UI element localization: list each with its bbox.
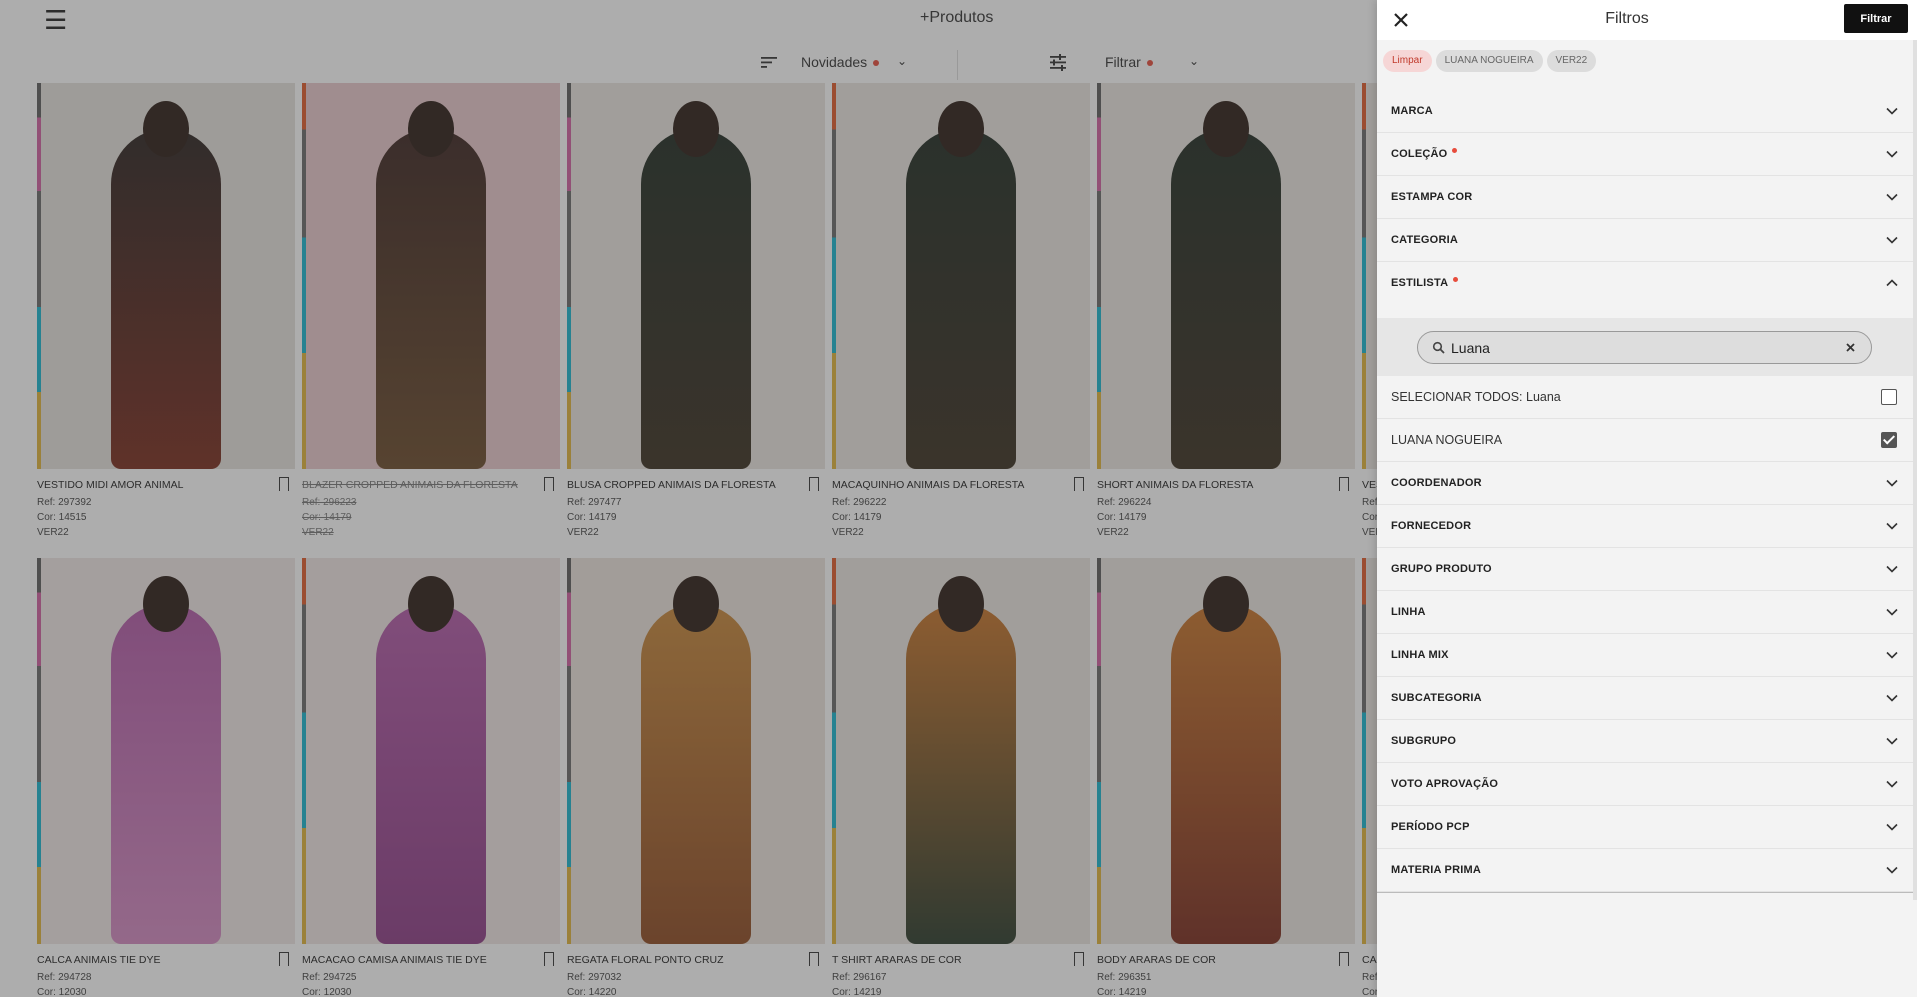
stylist-search-input[interactable] [1451,338,1831,358]
scrollbar[interactable] [1913,40,1917,900]
filter-section[interactable]: GRUPO PRODUTO [1377,548,1917,591]
drawer-header: Filtros Filtrar [1377,0,1917,40]
filter-section[interactable]: PERÍODO PCP [1377,806,1917,849]
chevron-down-icon[interactable] [1885,605,1899,619]
chevron-down-icon[interactable] [1885,777,1899,791]
drawer-title: Filtros [1605,10,1649,27]
chevron-down-icon[interactable] [1885,562,1899,576]
filter-section-label: FORNECEDOR [1391,520,1472,532]
chevron-down-icon[interactable] [1885,476,1899,490]
filter-section[interactable]: FORNECEDOR [1377,505,1917,548]
apply-filter-button[interactable]: Filtrar [1844,4,1908,33]
stylist-option-label: SELECIONAR TODOS: Luana [1391,390,1561,404]
filter-section[interactable]: MATERIA PRIMA [1377,849,1917,892]
filter-section[interactable]: MARCA [1377,90,1917,133]
chevron-down-icon[interactable] [1885,147,1899,161]
section-list-divider [1377,892,1917,893]
stylist-option[interactable]: SELECIONAR TODOS: Luana [1377,376,1917,419]
stylist-search-field[interactable] [1417,331,1872,364]
filter-chip[interactable]: LUANA NOGUEIRA [1435,50,1543,72]
chevron-up-icon[interactable] [1885,276,1899,290]
filter-chip[interactable]: VER22 [1546,50,1597,72]
filter-section[interactable]: LINHA [1377,591,1917,634]
search-icon [1432,341,1445,354]
filter-section-label: ESTAMPA COR [1391,191,1473,203]
modal-overlay[interactable] [0,0,1377,997]
chevron-down-icon[interactable] [1885,734,1899,748]
filter-section-label: PERÍODO PCP [1391,821,1470,833]
filter-section[interactable]: LINHA MIX [1377,634,1917,677]
filter-section-label: VOTO APROVAÇÃO [1391,778,1499,790]
filter-section[interactable]: CATEGORIA [1377,219,1917,262]
filter-section-label: LINHA MIX [1391,649,1449,661]
filter-drawer: Filtros Filtrar Limpar LUANA NOGUEIRA VER2… [1377,0,1917,997]
filter-section-label: MATERIA PRIMA [1391,864,1481,876]
filter-section[interactable]: SUBCATEGORIA [1377,677,1917,720]
stylist-option-label: LUANA NOGUEIRA [1391,433,1503,447]
clear-filters-chip[interactable]: Limpar [1383,50,1432,72]
filter-section-list: MARCA COLEÇÃO ESTAMPA COR CATEGORIA ESTILIST… [1377,90,1917,893]
chevron-down-icon[interactable] [1885,820,1899,834]
filter-section[interactable]: VOTO APROVAÇÃO [1377,763,1917,806]
checkbox[interactable] [1881,432,1897,448]
filter-section[interactable]: SUBGRUPO [1377,720,1917,763]
filter-section-label: SUBGRUPO [1391,735,1457,747]
chevron-down-icon[interactable] [1885,519,1899,533]
chevron-down-icon[interactable] [1885,233,1899,247]
chevron-down-icon[interactable] [1885,648,1899,662]
chevron-down-icon[interactable] [1885,691,1899,705]
filter-section-label: COLEÇÃO [1391,148,1458,160]
filter-section[interactable]: COORDENADOR [1377,462,1917,505]
filter-section-label: ESTILISTA [1391,277,1459,289]
filter-section[interactable]: ESTILISTA [1377,262,1917,318]
filter-section-label: CATEGORIA [1391,234,1458,246]
chevron-down-icon[interactable] [1885,190,1899,204]
filter-section[interactable]: ESTAMPA COR [1377,176,1917,219]
active-filter-chips: Limpar LUANA NOGUEIRA VER22 [1383,50,1600,72]
stylist-search-area [1377,318,1917,376]
filter-section-label: COORDENADOR [1391,477,1482,489]
filter-section-label: LINHA [1391,606,1426,618]
checkbox[interactable] [1881,389,1897,405]
filter-section[interactable]: COLEÇÃO [1377,133,1917,176]
chevron-down-icon[interactable] [1885,863,1899,877]
stylist-option[interactable]: LUANA NOGUEIRA [1377,419,1917,462]
clear-search-icon[interactable] [1844,341,1857,354]
filter-section-label: MARCA [1391,105,1433,117]
active-dot [1453,277,1459,282]
filter-section-label: GRUPO PRODUTO [1391,563,1492,575]
chevron-down-icon[interactable] [1885,104,1899,118]
filter-section-label: SUBCATEGORIA [1391,692,1482,704]
active-dot [1452,148,1458,153]
